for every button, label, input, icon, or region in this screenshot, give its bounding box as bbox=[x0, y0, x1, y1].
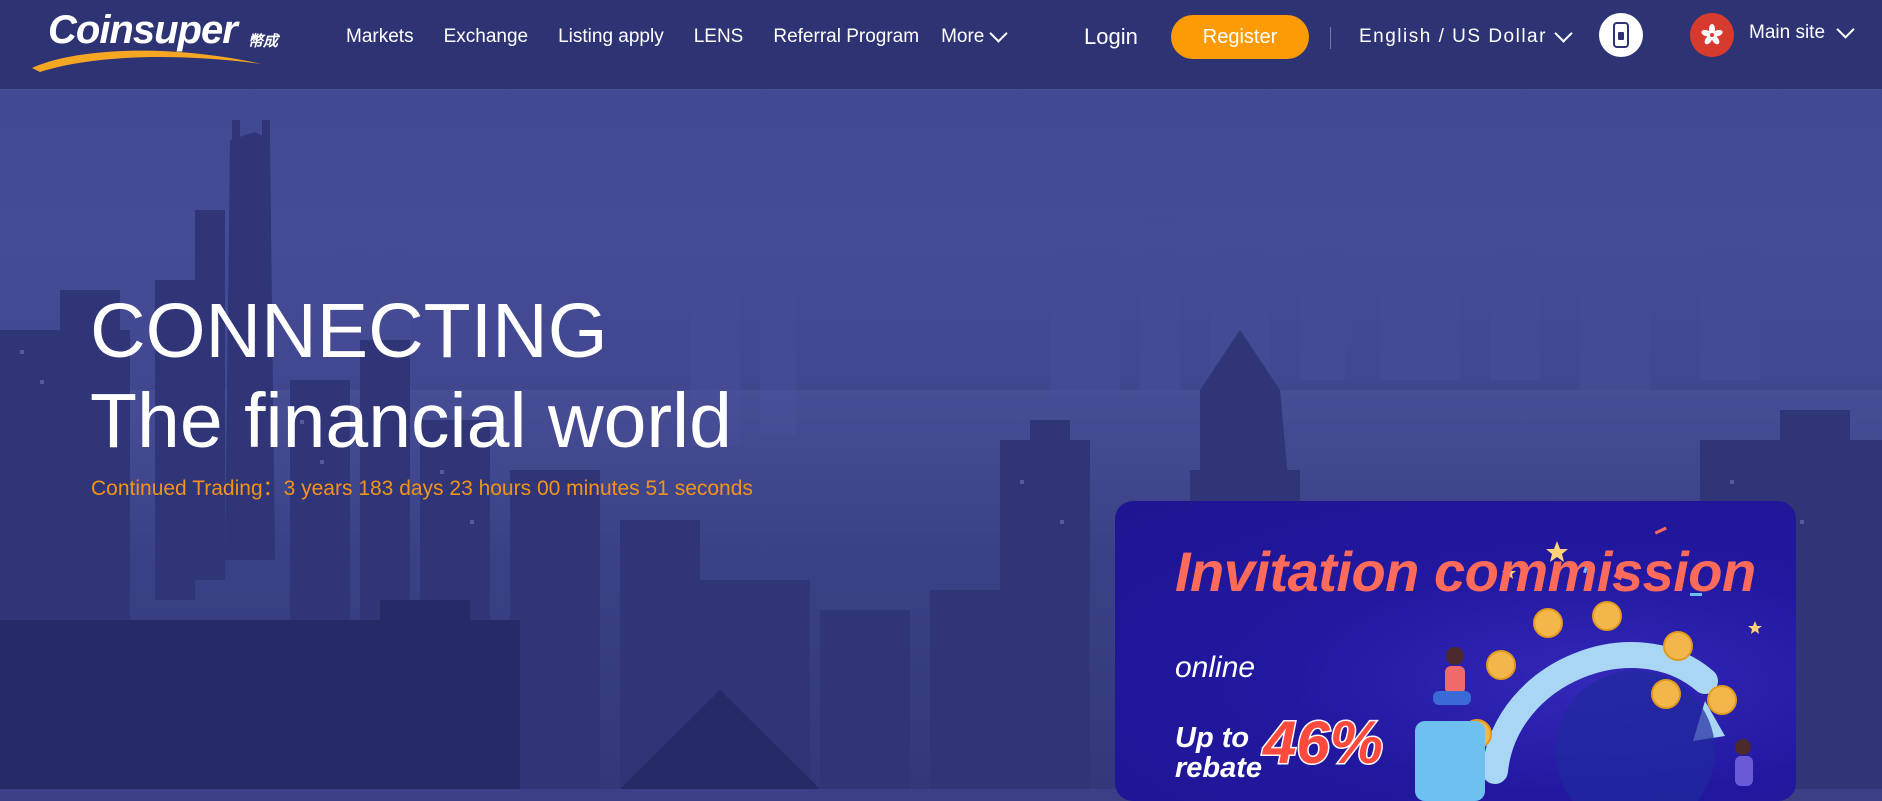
promo-rebate-label: rebate bbox=[1175, 752, 1263, 784]
nav-link-lens[interactable]: LENS bbox=[694, 26, 744, 48]
promo-subtitle: online bbox=[1175, 651, 1256, 684]
site-selector[interactable]: Main site bbox=[1749, 20, 1855, 44]
promo-title: Invitation commission bbox=[1175, 540, 1756, 603]
language-currency-label: English / US Dollar bbox=[1359, 26, 1547, 47]
logo-wordmark: Coinsuper bbox=[48, 8, 238, 52]
chevron-down-icon bbox=[989, 24, 1009, 43]
nav-divider bbox=[1330, 27, 1331, 49]
nav-link-listing-apply[interactable]: Listing apply bbox=[558, 26, 664, 48]
site-label: Main site bbox=[1749, 22, 1826, 43]
chevron-down-icon bbox=[1836, 20, 1855, 39]
top-navigation-bar: Coinsuper 幣成 Markets Exchange Listing ap… bbox=[0, 0, 1882, 89]
promo-upto-label: Up to bbox=[1175, 722, 1250, 754]
logo-chinese-mark: 幣成 bbox=[248, 33, 279, 50]
language-currency-selector[interactable]: English / US Dollar bbox=[1359, 24, 1573, 48]
more-label: More bbox=[941, 26, 985, 47]
chevron-down-icon bbox=[1554, 24, 1573, 43]
trading-duration-counter: Continued Trading：3 years 183 days 23 ho… bbox=[91, 477, 753, 500]
invitation-promo-banner[interactable]: Invitation commission online Up to rebat… bbox=[1115, 501, 1796, 801]
promo-percent: 46% bbox=[1261, 708, 1384, 778]
nav-link-referral-program[interactable]: Referral Program bbox=[773, 26, 919, 48]
hong-kong-flag-icon bbox=[1701, 24, 1723, 45]
main-menu: Markets Exchange Listing apply LENS Refe… bbox=[346, 0, 1009, 74]
promo-rebate-text: Up to rebate bbox=[1175, 723, 1262, 783]
mobile-phone-icon bbox=[1613, 22, 1629, 48]
region-flag-button[interactable] bbox=[1690, 13, 1734, 57]
nav-link-markets[interactable]: Markets bbox=[346, 26, 414, 48]
login-link[interactable]: Login bbox=[1084, 24, 1138, 50]
more-dropdown[interactable]: More bbox=[941, 24, 1009, 48]
register-button[interactable]: Register bbox=[1171, 15, 1309, 59]
hero-headline: CONNECTING The financial world bbox=[90, 286, 732, 466]
mobile-app-button[interactable] bbox=[1599, 13, 1643, 57]
hero-line-1: CONNECTING bbox=[90, 288, 608, 374]
coinsuper-logo[interactable]: Coinsuper 幣成 bbox=[30, 8, 280, 72]
hero-line-2: The financial world bbox=[90, 378, 732, 464]
nav-link-exchange[interactable]: Exchange bbox=[444, 26, 529, 48]
